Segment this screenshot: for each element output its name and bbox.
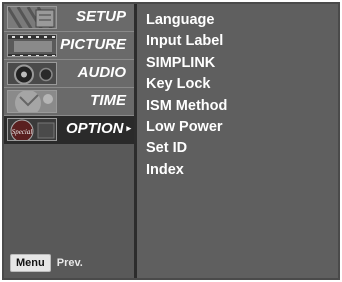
special-thumbnail-icon: Special bbox=[7, 118, 57, 141]
category-sidebar: SETUP PICTURE AUDIO TIME Special OPTION … bbox=[4, 4, 137, 278]
option-index[interactable]: Index bbox=[146, 160, 338, 181]
menu-item-audio[interactable]: AUDIO bbox=[4, 60, 134, 88]
menu-key-button[interactable]: Menu bbox=[10, 254, 51, 272]
menu-label-audio: AUDIO bbox=[77, 64, 126, 81]
menu-item-time[interactable]: TIME bbox=[4, 88, 134, 116]
footer-hint: Menu Prev. bbox=[10, 254, 83, 272]
svg-text:Special: Special bbox=[12, 128, 33, 136]
menu-label-setup: SETUP bbox=[75, 8, 126, 25]
setup-thumbnail-icon bbox=[7, 6, 57, 29]
option-submenu: Language Input Label SIMPLINK Key Lock I… bbox=[140, 4, 338, 278]
time-thumbnail-icon bbox=[7, 90, 57, 113]
menu-label-option: OPTION ▸ bbox=[65, 120, 131, 137]
option-key-lock[interactable]: Key Lock bbox=[146, 74, 338, 95]
osd-menu: SETUP PICTURE AUDIO TIME Special OPTION … bbox=[2, 2, 340, 280]
option-simplink[interactable]: SIMPLINK bbox=[146, 53, 338, 74]
option-input-label[interactable]: Input Label bbox=[146, 31, 338, 52]
picture-thumbnail-icon bbox=[7, 34, 57, 57]
prev-label: Prev. bbox=[56, 257, 83, 269]
audio-thumbnail-icon bbox=[7, 62, 57, 85]
menu-label-time: TIME bbox=[90, 92, 126, 109]
option-set-id[interactable]: Set ID bbox=[146, 138, 338, 159]
menu-label-picture: PICTURE bbox=[60, 36, 126, 53]
menu-item-setup[interactable]: SETUP bbox=[4, 4, 134, 32]
chevron-right-icon: ▸ bbox=[126, 123, 131, 133]
option-low-power[interactable]: Low Power bbox=[146, 117, 338, 138]
menu-item-option[interactable]: Special OPTION ▸ bbox=[4, 116, 134, 144]
option-ism-method[interactable]: ISM Method bbox=[146, 96, 338, 117]
option-language[interactable]: Language bbox=[146, 10, 338, 31]
menu-item-picture[interactable]: PICTURE bbox=[4, 32, 134, 60]
